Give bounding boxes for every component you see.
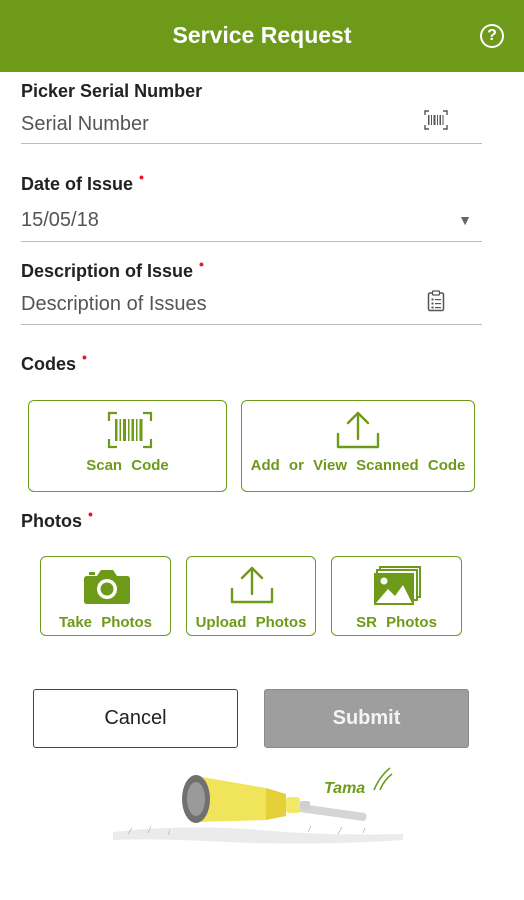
take-photos-button[interactable]: Take Photos — [40, 556, 171, 636]
description-field[interactable]: Description of Issues — [21, 290, 482, 325]
serial-number-input[interactable]: Serial Number — [21, 113, 149, 136]
app-bar: Service Request ? — [0, 0, 524, 72]
gallery-icon — [372, 565, 422, 612]
required-marker: • — [199, 256, 204, 272]
scan-code-button[interactable]: Scan Code — [28, 400, 227, 492]
tama-logo-text: Tama — [324, 780, 365, 797]
dropdown-arrow-icon[interactable]: ▼ — [458, 212, 472, 228]
clipboard-icon[interactable] — [427, 290, 445, 317]
description-input[interactable]: Description of Issues — [21, 293, 207, 316]
add-view-scanned-code-button[interactable]: Add or View Scanned Code — [241, 400, 475, 492]
photos-label-text: Photos — [21, 511, 82, 531]
barcode-icon[interactable] — [424, 110, 448, 135]
codes-label: Codes • — [21, 349, 87, 375]
serial-number-field[interactable]: Serial Number — [21, 110, 482, 144]
help-icon[interactable]: ? — [480, 24, 504, 48]
upload-photos-label: Upload Photos — [195, 614, 307, 631]
upload-icon — [336, 410, 380, 455]
camera-icon — [83, 567, 131, 610]
date-of-issue-label: Date of Issue • — [21, 169, 144, 195]
sr-photos-label: SR Photos — [356, 614, 437, 631]
required-marker: • — [88, 506, 93, 522]
date-of-issue-field[interactable]: 15/05/18 ▼ — [21, 209, 482, 242]
page-title: Service Request — [172, 22, 352, 48]
serial-number-label: Picker Serial Number — [21, 81, 202, 102]
barcode-scan-icon — [107, 411, 153, 454]
description-label-text: Description of Issue — [21, 261, 194, 281]
codes-label-text: Codes — [21, 354, 77, 374]
date-of-issue-label-text: Date of Issue — [21, 174, 134, 194]
date-of-issue-value[interactable]: 15/05/18 — [21, 209, 99, 232]
upload-icon — [230, 565, 274, 610]
fruit-picker-illustration: Tama — [108, 760, 408, 850]
description-label: Description of Issue • — [21, 256, 204, 282]
required-marker: • — [139, 169, 144, 185]
add-view-scanned-code-label: Add or View Scanned Code — [250, 457, 466, 474]
upload-photos-button[interactable]: Upload Photos — [186, 556, 316, 636]
sr-photos-button[interactable]: SR Photos — [331, 556, 462, 636]
required-marker: • — [82, 349, 87, 365]
scan-code-label: Scan Code — [86, 457, 169, 474]
cancel-button[interactable]: Cancel — [33, 689, 238, 748]
photos-label: Photos • — [21, 506, 93, 532]
submit-button[interactable]: Submit — [264, 689, 469, 748]
take-photos-label: Take Photos — [58, 614, 153, 631]
serial-number-label-text: Picker Serial Number — [21, 81, 203, 101]
